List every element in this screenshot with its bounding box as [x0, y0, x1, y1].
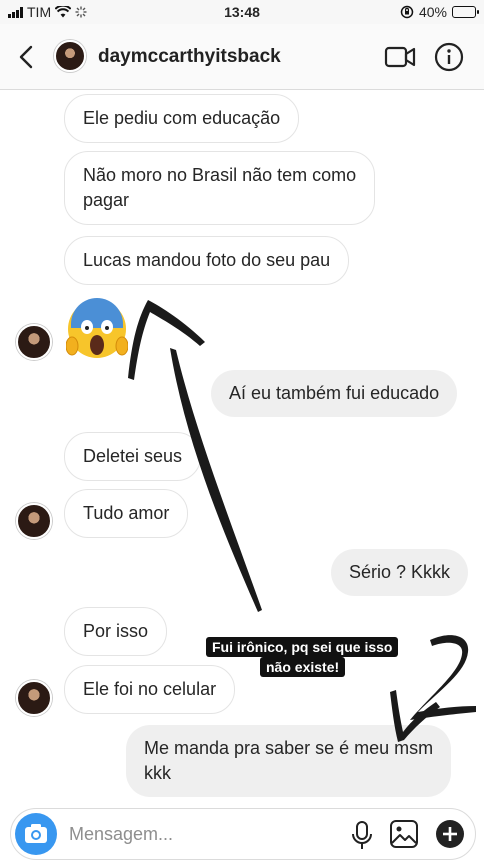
message-bubble[interactable]: Ele foi no celular: [64, 665, 236, 714]
video-camera-icon[interactable]: [384, 42, 416, 72]
message-bubble[interactable]: Tudo amor: [64, 489, 189, 538]
story-caption-line: não existe!: [260, 657, 346, 677]
sender-avatar[interactable]: [16, 324, 52, 360]
message-text: Ele foi no celular: [83, 679, 217, 699]
story-caption-line: Fui irônico, pq sei que isso: [206, 637, 399, 657]
message-bubble[interactable]: Não moro no Brasil não tem como pagar: [64, 151, 376, 225]
info-icon[interactable]: [433, 41, 465, 73]
hand-drawn-arrow-head-up: [128, 300, 205, 380]
message-bubble[interactable]: Lucas mandou foto do seu pau: [64, 236, 350, 285]
sender-avatar[interactable]: [16, 680, 52, 716]
battery-percent: 40%: [418, 4, 447, 20]
message-text: kkk: [144, 763, 171, 783]
message-text: Me manda pra saber se é meu msm: [144, 738, 434, 758]
hand-drawn-two-squiggle: [410, 635, 476, 720]
message-text: Sério ? Kkkk: [349, 562, 451, 582]
message-text: Por isso: [83, 621, 149, 641]
contact-avatar[interactable]: [54, 40, 86, 72]
chevron-left-icon[interactable]: [12, 42, 42, 72]
contact-username[interactable]: daymccarthyitsback: [98, 46, 281, 68]
message-bubble[interactable]: Ele pediu com educação: [64, 94, 300, 143]
message-text: Lucas mandou foto do seu pau: [83, 250, 331, 270]
status-bar: TIM 13:48 40%: [0, 0, 484, 24]
orientation-lock-icon: [400, 5, 414, 19]
message-bubble[interactable]: Sério ? Kkkk: [331, 549, 469, 596]
message-bubble[interactable]: Deletei seus: [64, 432, 202, 481]
message-bubble[interactable]: Aí eu também fui educado: [211, 370, 458, 417]
camera-icon: [25, 824, 47, 843]
message-bubble[interactable]: Por isso: [64, 607, 168, 656]
screaming-face-icon[interactable]: [66, 298, 128, 360]
gallery-icon[interactable]: [389, 819, 419, 849]
message-composer: [10, 808, 476, 860]
message-text: Tudo amor: [83, 503, 170, 523]
message-text: Ele pediu com educação: [83, 108, 281, 128]
camera-button[interactable]: [15, 813, 57, 855]
plus-icon[interactable]: [435, 819, 465, 849]
message-text: Deletei seus: [83, 446, 183, 466]
microphone-icon[interactable]: [347, 819, 377, 851]
message-text: pagar: [83, 190, 130, 210]
message-bubble[interactable]: Me manda pra saber se é meu msm kkk: [126, 725, 452, 797]
battery-icon: [452, 6, 479, 18]
sender-avatar[interactable]: [16, 503, 52, 539]
message-text: Não moro no Brasil não tem como: [83, 165, 357, 185]
chat-header: daymccarthyitsback: [0, 24, 484, 90]
message-text: Aí eu também fui educado: [229, 383, 440, 403]
message-input[interactable]: [69, 821, 329, 847]
